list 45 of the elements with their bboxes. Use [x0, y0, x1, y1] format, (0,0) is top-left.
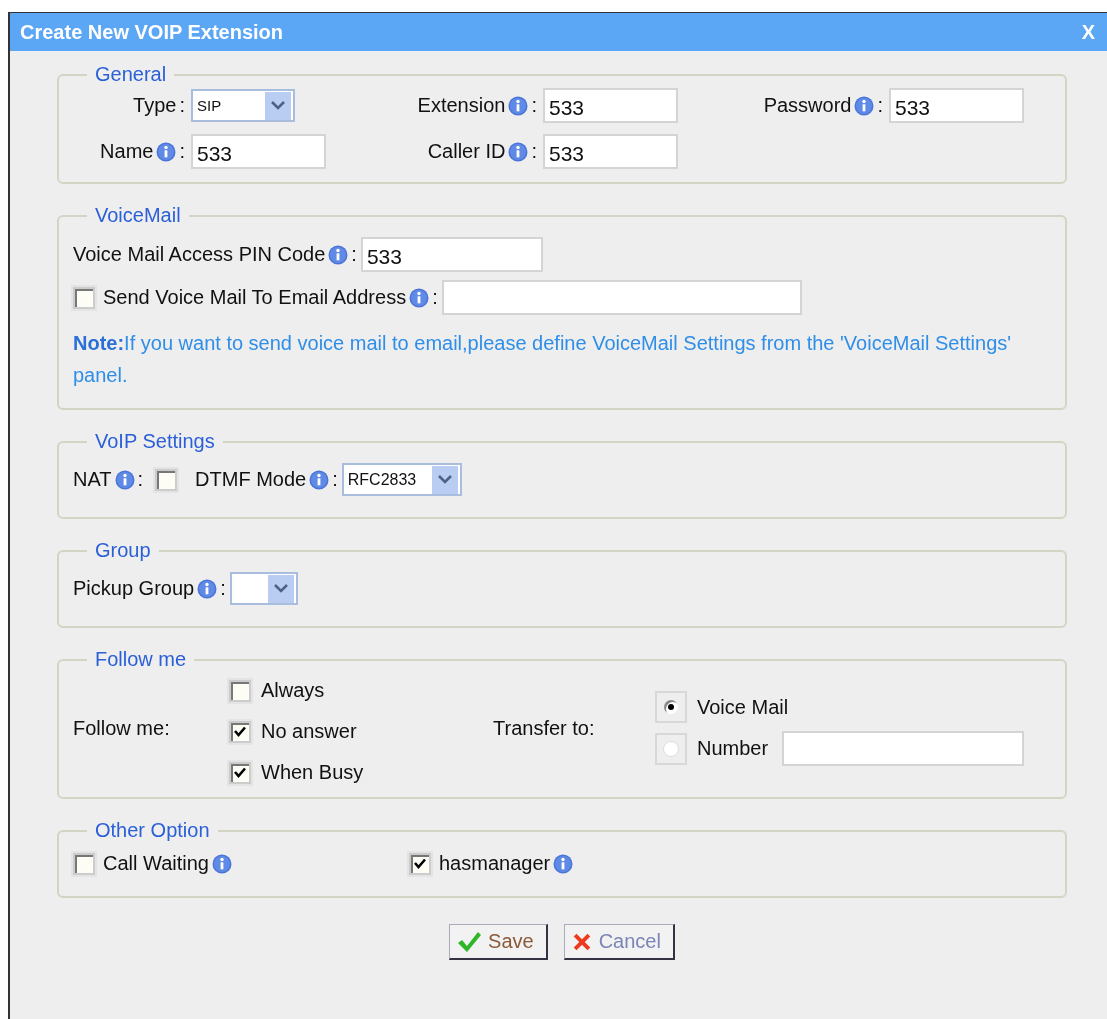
checkbox-label: When Busy [261, 761, 364, 784]
colon: : [220, 577, 226, 600]
field-label: Caller ID [427, 140, 506, 163]
colon: : [531, 140, 537, 163]
colon: : [351, 243, 357, 266]
dialog-title: Create New VOIP Extension [20, 20, 284, 44]
input-field[interactable]: 533 [360, 237, 543, 272]
colon: : [877, 94, 883, 117]
colon: : [332, 468, 338, 491]
field-label: Name [100, 140, 154, 163]
field-label: NAT [73, 468, 112, 491]
checkbox-label: Always [261, 679, 325, 702]
section-title: VoiceMail [94, 204, 182, 227]
colon: : [531, 94, 537, 117]
field-label: Voice Mail Access PIN Code [73, 243, 326, 266]
field-label: Pickup Group [73, 577, 195, 600]
colon: : [137, 468, 144, 491]
checkbox-label: hasmanager [439, 852, 551, 875]
checkbox-label: Call Waiting [103, 852, 209, 875]
section-title: Other Option [94, 819, 211, 842]
section-title: Group [94, 539, 152, 562]
input-field[interactable]: 533 [543, 88, 678, 123]
field-label: Transfer to: [493, 717, 596, 740]
input-field[interactable]: 533 [543, 134, 678, 169]
input-field[interactable]: 533 [889, 88, 1024, 123]
colon: : [179, 94, 185, 117]
dropdown[interactable]: SIP [191, 89, 295, 122]
checkbox-label: No answer [261, 720, 357, 743]
radio-label: Voice Mail [697, 695, 789, 719]
field-label: Type [133, 94, 177, 117]
save-button[interactable]: Save [449, 924, 548, 960]
section-title: VoIP Settings [94, 430, 216, 453]
field-label: Follow me: [73, 717, 171, 740]
colon: : [432, 286, 438, 309]
field-label: DTMF Mode [195, 468, 307, 491]
colon: : [179, 140, 185, 163]
field-label: Password [763, 94, 852, 117]
radio-label: Number [697, 737, 769, 760]
checkbox-label: Send Voice Mail To Email Address [103, 286, 407, 309]
section-title: Follow me [94, 648, 188, 671]
input-field[interactable]: 533 [191, 134, 326, 169]
field-label: Extension [417, 94, 506, 117]
note-text: Note:If you want to send voice mail to email,please define VoiceMail Settings from the 'VoiceMail Settings' panel. [73, 331, 1013, 388]
section-title: General [94, 63, 168, 86]
dropdown[interactable]: RFC2833 [341, 463, 462, 496]
